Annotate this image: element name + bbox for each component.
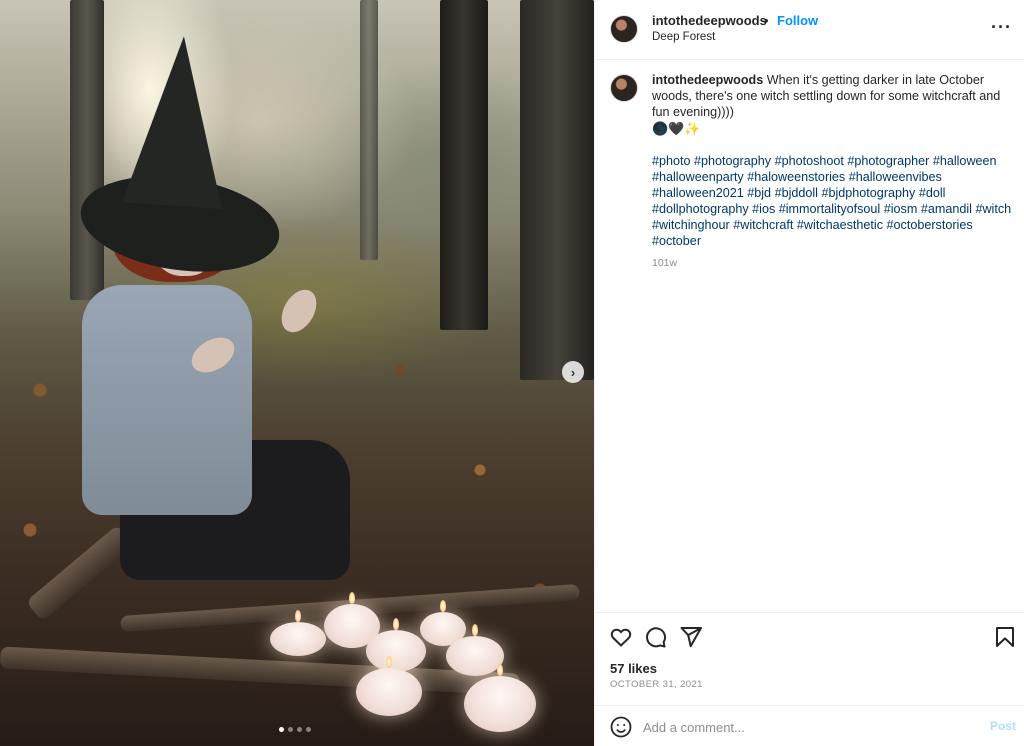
hashtag-link[interactable]: #amandil bbox=[921, 202, 972, 216]
tree-trunk bbox=[360, 0, 378, 260]
carousel-dot bbox=[279, 727, 284, 732]
hashtag-link[interactable]: #bjdphotography bbox=[821, 186, 915, 200]
post-photo[interactable]: › bbox=[0, 0, 594, 746]
hashtag-link[interactable]: #witchinghour bbox=[652, 218, 730, 232]
username-link[interactable]: intothedeepwoods bbox=[652, 13, 767, 28]
hashtag-link[interactable]: #bjd bbox=[747, 186, 771, 200]
carousel-indicator bbox=[279, 727, 311, 732]
hashtag-link[interactable]: #witchcraft bbox=[733, 218, 793, 232]
hashtag-link[interactable]: #halloweenparty bbox=[652, 170, 744, 184]
post-comment-button[interactable]: Post bbox=[990, 719, 1016, 733]
hashtag-link[interactable]: #photo bbox=[652, 154, 691, 168]
carousel-next-button[interactable]: › bbox=[562, 361, 584, 383]
location-link[interactable]: Deep Forest bbox=[652, 31, 715, 43]
hashtag-link[interactable]: #bjddoll bbox=[775, 186, 818, 200]
comment-bar: Post bbox=[595, 705, 1024, 746]
separator-dot: • bbox=[764, 13, 769, 28]
candle bbox=[270, 610, 326, 656]
more-options-icon[interactable]: ··· bbox=[991, 18, 1012, 36]
candle bbox=[356, 656, 422, 716]
carousel-dot bbox=[306, 727, 311, 732]
post-actions: 57 likes OCTOBER 31, 2021 Post bbox=[595, 612, 1024, 746]
tree-trunk bbox=[70, 0, 104, 300]
bookmark-icon[interactable] bbox=[993, 625, 1017, 649]
follow-button[interactable]: Follow bbox=[777, 13, 818, 28]
candle bbox=[464, 664, 536, 732]
heart-icon[interactable] bbox=[609, 625, 633, 649]
timestamp[interactable]: 101w bbox=[652, 255, 1015, 271]
caption-emoji: 🌑🖤✨ bbox=[652, 121, 701, 136]
hashtag-link[interactable]: #witchaesthetic bbox=[797, 218, 883, 232]
hashtag-link[interactable]: #photoshoot bbox=[775, 154, 844, 168]
caption: intothedeepwoods When it's getting darke… bbox=[610, 72, 1015, 271]
hashtag-link[interactable]: #witch bbox=[975, 202, 1011, 216]
hashtag-link[interactable]: #iosm bbox=[884, 202, 918, 216]
hashtag-list: #photo #photography #photoshoot #photogr… bbox=[652, 153, 1015, 249]
hashtag-link[interactable]: #ios bbox=[752, 202, 775, 216]
avatar[interactable] bbox=[610, 15, 638, 43]
hashtag-link[interactable]: #octoberstories bbox=[887, 218, 973, 232]
candle bbox=[446, 624, 504, 676]
hashtag-link[interactable]: #photographer bbox=[847, 154, 929, 168]
likes-count[interactable]: 57 likes bbox=[610, 661, 657, 676]
hashtag-link[interactable]: #photography bbox=[694, 154, 771, 168]
hashtag-link[interactable]: #haloweenstories bbox=[747, 170, 845, 184]
hashtag-link[interactable]: #immortalityofsoul bbox=[779, 202, 880, 216]
hashtag-link[interactable]: #october bbox=[652, 234, 701, 248]
hashtag-link[interactable]: #halloweenvibes bbox=[849, 170, 942, 184]
witch-hat-cone bbox=[122, 32, 234, 210]
hashtag-link[interactable]: #dollphotography bbox=[652, 202, 749, 216]
caption-body: intothedeepwoods When it's getting darke… bbox=[652, 72, 1015, 271]
avatar[interactable] bbox=[610, 74, 638, 102]
post-date: OCTOBER 31, 2021 bbox=[610, 679, 703, 690]
doll-shirt bbox=[82, 285, 252, 515]
tree-trunk bbox=[440, 0, 488, 330]
comment-input[interactable] bbox=[643, 717, 963, 737]
tree-trunk bbox=[520, 0, 594, 380]
hashtag-link[interactable]: #halloween2021 bbox=[652, 186, 744, 200]
hashtag-link[interactable]: #halloween bbox=[933, 154, 997, 168]
comment-icon[interactable] bbox=[643, 625, 667, 649]
share-icon[interactable] bbox=[679, 625, 703, 649]
chevron-right-icon: › bbox=[570, 364, 576, 380]
carousel-dot bbox=[297, 727, 302, 732]
candle bbox=[366, 618, 426, 672]
post-side-panel: intothedeepwoods • Follow Deep Forest ··… bbox=[594, 0, 1024, 746]
smile-icon[interactable] bbox=[609, 715, 633, 739]
hashtag-link[interactable]: #doll bbox=[919, 186, 946, 200]
caption-username[interactable]: intothedeepwoods bbox=[652, 73, 763, 87]
post-header: intothedeepwoods • Follow Deep Forest ··… bbox=[595, 0, 1024, 60]
carousel-dot bbox=[288, 727, 293, 732]
